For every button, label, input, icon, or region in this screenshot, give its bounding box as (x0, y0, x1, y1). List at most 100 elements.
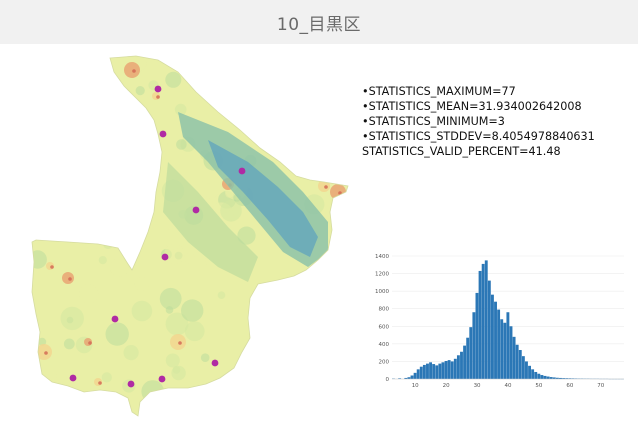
site-marker (192, 206, 200, 214)
histogram-bar (429, 362, 433, 379)
site-marker (111, 315, 119, 323)
histogram-bar (469, 327, 473, 379)
map-patch (296, 409, 307, 416)
x-tick-label: 30 (474, 383, 481, 389)
map-patch (61, 56, 83, 68)
histogram-bar (537, 373, 541, 379)
map-patch (49, 372, 58, 380)
map-patch (135, 86, 145, 96)
map-patch (132, 169, 156, 193)
histogram-bar (546, 376, 550, 379)
map-patch (184, 253, 195, 264)
map-hotspot-core (50, 265, 54, 269)
map-patch (338, 234, 348, 248)
histogram-bar (500, 319, 504, 379)
map-patch (235, 361, 257, 383)
map-patch (80, 62, 87, 69)
y-tick-label: 200 (379, 359, 390, 365)
map-patch (34, 194, 53, 213)
map-patch (341, 340, 348, 351)
header-bar: 10_目黒区 (0, 0, 638, 44)
map-patch (69, 106, 85, 121)
site-marker (154, 85, 162, 93)
histogram-bar (506, 312, 510, 379)
map-patch (181, 299, 204, 322)
map-patch (33, 169, 57, 194)
map-patch (335, 164, 348, 180)
histogram-bar (478, 270, 482, 379)
histogram-bar (543, 375, 547, 379)
site-marker (69, 374, 77, 382)
y-tick-label: 1200 (375, 272, 389, 278)
histogram-bar (512, 336, 516, 379)
histogram-bar (472, 312, 476, 379)
map-patch (239, 75, 251, 86)
site-marker (238, 167, 246, 175)
histogram-bar (534, 371, 538, 379)
map-patch (60, 306, 84, 331)
map-patch (295, 318, 312, 336)
stat-valid-percent: STATISTICS_VALID_PERCENT=41.48 (362, 145, 561, 158)
map-patch (220, 200, 242, 222)
x-tick-label: 10 (412, 383, 419, 389)
site-marker (127, 380, 135, 388)
map-patch (165, 306, 174, 314)
map-patch (89, 187, 109, 207)
map-hotspot-core (156, 95, 160, 99)
map-patch (285, 99, 292, 106)
map-patch (123, 345, 139, 361)
map-patch (105, 322, 129, 346)
histogram-bar (413, 372, 417, 379)
map-patch (183, 63, 199, 79)
site-marker (158, 375, 166, 383)
map-patch (28, 228, 31, 234)
histogram-bar (525, 361, 528, 379)
histogram-bar (460, 351, 463, 379)
map-patch (312, 289, 332, 309)
histogram-bar (410, 375, 414, 379)
map-patch (215, 95, 235, 115)
histogram-bar (463, 345, 467, 379)
map-patch (32, 250, 47, 269)
map-patch (240, 104, 250, 114)
map-patch (165, 71, 182, 88)
map-patch (275, 297, 295, 317)
map-patch (32, 406, 35, 416)
histogram-bar (444, 360, 448, 379)
map-patch (38, 138, 55, 155)
page-title: 10_目黒区 (276, 14, 362, 35)
map-patch (58, 229, 69, 240)
map-patch (74, 58, 98, 83)
map-patch (58, 215, 66, 223)
map-patch (142, 139, 152, 149)
map-patch (165, 353, 180, 368)
histogram-bar (466, 337, 470, 379)
histogram-bar (497, 309, 501, 379)
stat-mean: •STATISTICS_MEAN=31.934002642008 (362, 100, 582, 113)
map-patch (335, 56, 348, 59)
map-patch (342, 376, 348, 386)
map-patch (71, 56, 96, 66)
map-hotspot (170, 334, 186, 350)
map-patch (226, 82, 239, 95)
y-tick-label: 400 (379, 342, 390, 348)
map-patch (296, 317, 320, 340)
map-hotspot (62, 272, 74, 284)
map-hotspot (330, 184, 346, 200)
histogram-chart: 0 200 400 600 800 1000 1200 1400 10 20 30 40 50 60 70 (375, 254, 624, 389)
map-patch (97, 391, 117, 411)
map-hotspot-core (118, 91, 122, 95)
map-patch (127, 231, 145, 249)
stat-maximum: •STATISTICS_MAXIMUM=77 (362, 85, 516, 98)
stat-minimum: •STATISTICS_MINIMUM=3 (362, 115, 505, 128)
map-patch (176, 139, 187, 150)
map-patch (43, 177, 55, 189)
histogram-bar (481, 263, 485, 379)
map-patch (134, 277, 149, 291)
map-hotspot-core (98, 381, 102, 385)
map-hotspot (124, 62, 140, 78)
map-patch (63, 210, 73, 221)
histogram-bar (528, 365, 531, 379)
histogram-bar (484, 260, 488, 379)
histogram-bar (515, 344, 519, 379)
